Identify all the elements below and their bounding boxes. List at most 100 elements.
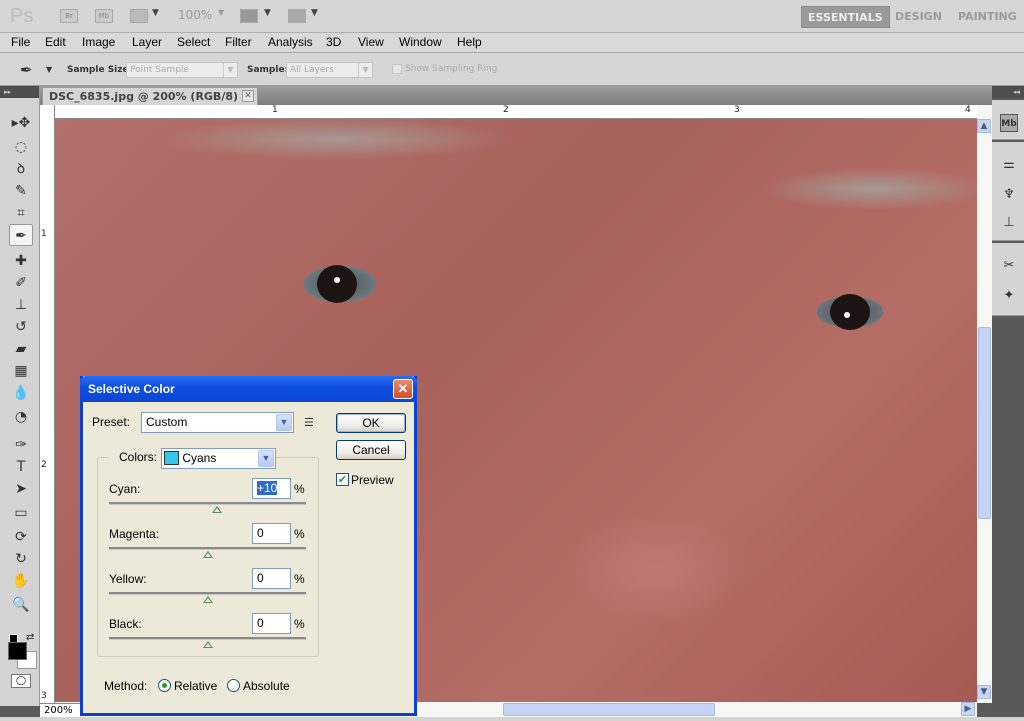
close-icon[interactable]: ✕ — [393, 379, 413, 399]
adjustments-icon[interactable]: ⚌ — [1000, 156, 1018, 174]
chevron-down-icon[interactable]: ▼ — [311, 8, 318, 18]
workspace-painting[interactable]: PAINTING — [952, 6, 1023, 28]
slider-track[interactable] — [109, 592, 306, 595]
tool-presets-icon[interactable]: ✂ — [1000, 257, 1018, 275]
menu-layer[interactable]: Layer — [132, 35, 162, 49]
zoom-level-select[interactable]: 100% — [178, 8, 212, 22]
collapse-panel-icon[interactable]: ▸▸ — [0, 86, 39, 98]
document-tab-title: DSC_6835.jpg @ 200% (RGB/8) * — [49, 90, 248, 103]
marquee-tool-icon[interactable]: ◌ — [9, 136, 33, 158]
ok-button[interactable]: OK — [336, 413, 406, 433]
dodge-tool-icon[interactable]: ◔ — [9, 406, 33, 428]
slider-value: 0 — [257, 616, 264, 630]
sample-select[interactable]: All Layers ▼ — [286, 62, 373, 78]
chevron-down-icon[interactable]: ▼ — [264, 8, 271, 18]
zoom-tool-icon[interactable]: 🔍 — [9, 594, 33, 616]
close-document-icon[interactable]: ✕ — [242, 90, 254, 102]
mini-bridge-icon[interactable]: Mb — [1000, 114, 1018, 132]
menu-view[interactable]: View — [358, 35, 384, 49]
slider-track[interactable] — [109, 637, 306, 640]
slider-knob[interactable] — [202, 596, 213, 603]
workspace-design[interactable]: DESIGN — [889, 6, 948, 28]
menu-filter[interactable]: Filter — [225, 35, 252, 49]
slider-knob[interactable] — [202, 551, 213, 558]
vertical-scroll-thumb[interactable] — [978, 327, 991, 519]
workspace-essentials[interactable]: ESSENTIALS — [801, 6, 890, 28]
launch-minibridge-button[interactable]: Mb — [95, 9, 113, 23]
slider-track[interactable] — [109, 547, 306, 550]
menu-file[interactable]: File — [11, 35, 30, 49]
move-tool-icon[interactable]: ▸✥ — [9, 112, 33, 134]
3d-orbit-tool-icon[interactable]: ↻ — [9, 548, 33, 570]
cancel-button[interactable]: Cancel — [336, 440, 406, 460]
quick-mask-button[interactable]: ◯ — [11, 674, 31, 688]
slider-value-input[interactable]: +10 — [252, 478, 291, 499]
foreground-color-swatch[interactable] — [8, 642, 27, 660]
history-brush-tool-icon[interactable]: ↺ — [9, 316, 33, 338]
expand-panels-icon[interactable]: ◂◂ — [992, 86, 1024, 98]
preset-options-icon[interactable]: ☰ — [304, 416, 314, 429]
horizontal-scroll-thumb[interactable] — [503, 703, 715, 716]
eraser-tool-icon[interactable]: ▰ — [9, 338, 33, 360]
path-selection-tool-icon[interactable]: ➤ — [9, 478, 33, 500]
menu-window[interactable]: Window — [399, 35, 442, 49]
slider-value-input[interactable]: 0 — [252, 568, 291, 589]
3d-panel-icon[interactable]: ✦ — [1000, 287, 1018, 305]
horizontal-ruler[interactable]: 1 2 3 4 — [55, 105, 977, 119]
left-eye-glint — [334, 277, 340, 283]
preview-checkbox[interactable]: ✔ — [336, 473, 349, 486]
sample-size-select[interactable]: Point Sample ▼ — [126, 62, 238, 78]
swap-colors-icon[interactable]: ⇄ — [26, 632, 34, 643]
show-sampling-ring-checkbox[interactable] — [392, 64, 402, 74]
slider-value-input[interactable]: 0 — [252, 613, 291, 634]
eyedropper-tool-icon[interactable]: ✒ — [9, 224, 33, 246]
brush-tool-icon[interactable]: ✐ — [9, 272, 33, 294]
menu-edit[interactable]: Edit — [45, 35, 66, 49]
screen-mode-button[interactable] — [288, 9, 306, 23]
zoom-level-field[interactable]: 200% — [40, 703, 80, 718]
view-extras-button[interactable] — [130, 9, 148, 23]
shape-tool-icon[interactable]: ▭ — [9, 502, 33, 524]
brushes-icon[interactable]: ♆ — [1000, 186, 1018, 204]
arrange-documents-button[interactable] — [240, 9, 258, 23]
clone-stamp-tool-icon[interactable]: ⊥ — [9, 294, 33, 316]
scroll-up-button[interactable]: ▲ — [977, 119, 991, 133]
gradient-tool-icon[interactable]: ▦ — [9, 360, 33, 382]
colors-select[interactable]: Cyans ▼ — [161, 448, 276, 469]
scroll-down-button[interactable]: ▼ — [977, 685, 991, 699]
chevron-down-icon[interactable]: ▼ — [218, 8, 224, 17]
healing-brush-tool-icon[interactable]: ✚ — [9, 250, 33, 272]
dialog-title-bar[interactable]: Selective Color ✕ — [80, 376, 417, 402]
scroll-right-button[interactable]: ▶ — [961, 702, 975, 716]
menu-analysis[interactable]: Analysis — [268, 35, 313, 49]
slider-knob[interactable] — [212, 506, 223, 513]
menu-3d[interactable]: 3D — [326, 35, 341, 49]
chevron-down-icon[interactable]: ▼ — [46, 65, 52, 74]
menu-select[interactable]: Select — [177, 35, 210, 49]
document-tab[interactable]: DSC_6835.jpg @ 200% (RGB/8) * ✕ — [42, 87, 258, 105]
method-relative-radio[interactable] — [158, 679, 171, 692]
vertical-scrollbar[interactable]: ▲ ▼ — [977, 105, 992, 703]
preset-select[interactable]: Custom ▼ — [141, 412, 294, 433]
3d-rotate-tool-icon[interactable]: ⟳ — [9, 526, 33, 548]
slider-track[interactable] — [109, 502, 306, 505]
chevron-down-icon[interactable]: ▼ — [152, 8, 159, 18]
menu-image[interactable]: Image — [82, 35, 115, 49]
slider-knob[interactable] — [202, 641, 213, 648]
lasso-tool-icon[interactable]: ꝺ — [9, 158, 33, 180]
slider-value-input[interactable]: 0 — [252, 523, 291, 544]
percent-unit: % — [294, 572, 305, 586]
colors-label: Colors: — [109, 450, 161, 464]
eyedropper-tool-preset-icon[interactable]: ✒ — [20, 61, 33, 79]
clone-source-icon[interactable]: ⊥ — [1000, 214, 1018, 232]
launch-bridge-button[interactable]: Br — [60, 9, 78, 23]
type-tool-icon[interactable]: T — [9, 456, 33, 478]
quick-selection-tool-icon[interactable]: ✎ — [9, 180, 33, 202]
menu-help[interactable]: Help — [457, 35, 482, 49]
method-absolute-radio[interactable] — [227, 679, 240, 692]
blur-tool-icon[interactable]: 💧 — [9, 382, 33, 404]
pen-tool-icon[interactable]: ✑ — [9, 434, 33, 456]
crop-tool-icon[interactable]: ⌗ — [9, 202, 33, 224]
hand-tool-icon[interactable]: ✋ — [9, 570, 33, 592]
vertical-ruler[interactable]: 1 2 3 — [40, 105, 55, 703]
